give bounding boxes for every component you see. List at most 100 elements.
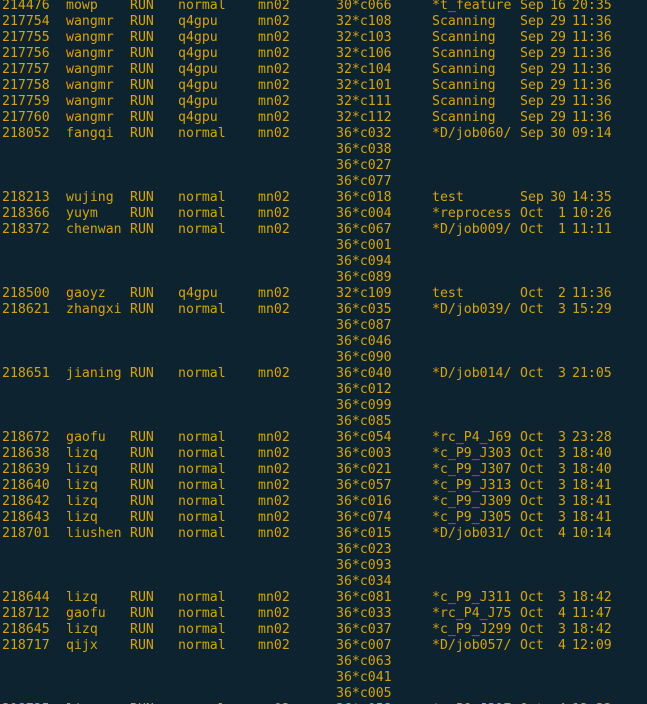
table-row: 36*c087 <box>0 318 647 334</box>
cell-user: lizq <box>66 590 98 605</box>
cell-status: RUN <box>130 190 154 205</box>
cell-from-host: mn02 <box>258 222 290 237</box>
cell-submit-month: Oct <box>520 222 544 237</box>
cell-queue: q4gpu <box>178 46 218 61</box>
table-row: 36*c090 <box>0 350 647 366</box>
cell-submit-month: Oct <box>520 462 544 477</box>
cell-submit-day: 16 <box>550 0 566 13</box>
cell-job-id: 218651 <box>2 366 50 381</box>
cell-exec-host: 36*c094 <box>336 254 392 269</box>
cell-queue: normal <box>178 478 226 493</box>
cell-from-host: mn02 <box>258 78 290 93</box>
cell-status: RUN <box>130 526 154 541</box>
cell-submit-time: 11:36 <box>572 94 612 109</box>
cell-job-name: *D/job014/ <box>432 366 512 381</box>
cell-submit-time: 11:36 <box>572 286 612 301</box>
cell-user: wujing <box>66 190 114 205</box>
cell-status: RUN <box>130 478 154 493</box>
cell-submit-month: Oct <box>520 526 544 541</box>
cell-user: zhangxi <box>66 302 122 317</box>
cell-job-name: Scanning <box>432 94 496 109</box>
cell-job-id: 218500 <box>2 286 50 301</box>
cell-submit-time: 20:35 <box>572 0 612 13</box>
cell-exec-host: 36*c085 <box>336 414 392 429</box>
cell-from-host: mn02 <box>258 366 290 381</box>
cell-from-host: mn02 <box>258 590 290 605</box>
cell-exec-host: 32*c101 <box>336 78 392 93</box>
cell-submit-month: Sep <box>520 110 544 125</box>
cell-from-host: mn02 <box>258 286 290 301</box>
cell-queue: normal <box>178 0 226 13</box>
cell-submit-time: 18:40 <box>572 462 612 477</box>
cell-exec-host: 36*c054 <box>336 430 392 445</box>
cell-exec-host: 36*c001 <box>336 238 392 253</box>
cell-queue: q4gpu <box>178 14 218 29</box>
cell-from-host: mn02 <box>258 302 290 317</box>
cell-user: lizq <box>66 510 98 525</box>
cell-submit-month: Sep <box>520 0 544 13</box>
cell-submit-month: Oct <box>520 638 544 653</box>
cell-from-host: mn02 <box>258 110 290 125</box>
cell-status: RUN <box>130 462 154 477</box>
cell-job-id: 217755 <box>2 30 50 45</box>
cell-submit-month: Sep <box>520 14 544 29</box>
cell-user: wangmr <box>66 78 114 93</box>
cell-job-name: *D/job009/ <box>432 222 512 237</box>
cell-job-id: 218213 <box>2 190 50 205</box>
cell-from-host: mn02 <box>258 494 290 509</box>
cell-job-name: *D/job060/ <box>432 126 512 141</box>
cell-submit-day: 29 <box>550 14 566 29</box>
cell-job-id: 217759 <box>2 94 50 109</box>
table-row: 218672 gaofu RUN normal mn02 36*c054 *rc_P4_J6… <box>0 430 647 446</box>
table-row: 218052 fangqi RUN normal mn02 36*c032 *D/job06… <box>0 126 647 142</box>
cell-job-name: test <box>432 286 464 301</box>
cell-exec-host: 30*c066 <box>336 0 392 13</box>
terminal-window[interactable]: 214476 mowp RUN normal mn02 30*c066 *t_feature… <box>0 0 647 704</box>
cell-job-id: 218701 <box>2 526 50 541</box>
table-row: 36*c041 <box>0 670 647 686</box>
cell-status: RUN <box>130 590 154 605</box>
cell-status: RUN <box>130 302 154 317</box>
table-row: 36*c038 <box>0 142 647 158</box>
cell-submit-day: 29 <box>550 94 566 109</box>
cell-exec-host: 36*c074 <box>336 510 392 525</box>
cell-exec-host: 36*c012 <box>336 382 392 397</box>
cell-exec-host: 36*c077 <box>336 174 392 189</box>
cell-queue: q4gpu <box>178 30 218 45</box>
cell-user: jianing <box>66 366 122 381</box>
cell-submit-day: 3 <box>558 462 566 477</box>
table-row: 217756 wangmr RUN q4gpu mn02 32*c106 Scanning S… <box>0 46 647 62</box>
cell-job-name: Scanning <box>432 46 496 61</box>
cell-job-name: *c_P9_J311 <box>432 590 512 605</box>
cell-user: wangmr <box>66 62 114 77</box>
cell-exec-host: 36*c087 <box>336 318 392 333</box>
cell-exec-host: 36*c015 <box>336 526 392 541</box>
cell-from-host: mn02 <box>258 62 290 77</box>
table-row: 217755 wangmr RUN q4gpu mn02 32*c103 Scanning S… <box>0 30 647 46</box>
cell-queue: normal <box>178 638 226 653</box>
cell-queue: normal <box>178 590 226 605</box>
cell-submit-day: 4 <box>558 526 566 541</box>
cell-status: RUN <box>130 206 154 221</box>
cell-user: wangmr <box>66 110 114 125</box>
cell-job-id: 218639 <box>2 462 50 477</box>
cell-queue: normal <box>178 622 226 637</box>
cell-job-name: Scanning <box>432 30 496 45</box>
cell-user: liushen <box>66 526 122 541</box>
cell-job-name: Scanning <box>432 78 496 93</box>
cell-queue: normal <box>178 446 226 461</box>
cell-submit-day: 3 <box>558 622 566 637</box>
table-row: 218621 zhangxi RUN normal mn02 36*c035 *D/job0… <box>0 302 647 318</box>
cell-from-host: mn02 <box>258 94 290 109</box>
cell-job-name: *D/job031/ <box>432 526 512 541</box>
cell-status: RUN <box>130 30 154 45</box>
cell-submit-month: Oct <box>520 286 544 301</box>
cell-status: RUN <box>130 638 154 653</box>
cell-from-host: mn02 <box>258 126 290 141</box>
cell-queue: normal <box>178 126 226 141</box>
cell-submit-month: Oct <box>520 622 544 637</box>
cell-exec-host: 36*c034 <box>336 574 392 589</box>
cell-submit-time: 21:05 <box>572 366 612 381</box>
cell-submit-day: 3 <box>558 302 566 317</box>
cell-submit-month: Oct <box>520 494 544 509</box>
